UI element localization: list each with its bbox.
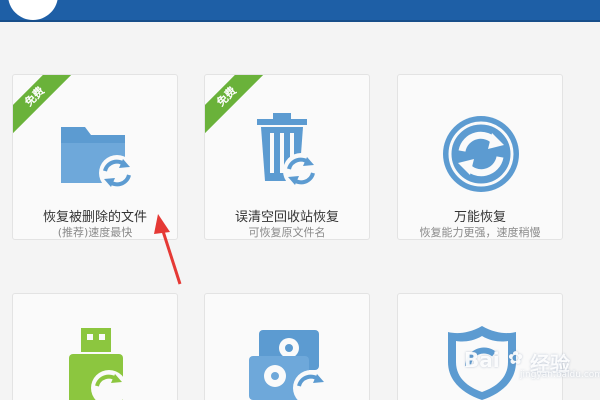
- baidu-watermark: Bai ✿ 经验 jingyan.baidu.com: [450, 342, 600, 382]
- card-subtitle: 恢复能力更强，速度稍慢: [419, 226, 541, 239]
- card-title: 万能恢复: [453, 210, 506, 225]
- usb-restore-card[interactable]: [12, 293, 178, 400]
- card-title: 误清空回收站恢复: [234, 210, 339, 225]
- recycle-bin-restore-card[interactable]: 免费 误清空回收站恢复 可恢复原文件名: [204, 74, 370, 240]
- app-logo: [8, 0, 58, 20]
- universal-restore-icon: [443, 116, 519, 192]
- usb-restore-icon: [69, 328, 127, 400]
- watermark-sub: jingyan.baidu.com: [520, 370, 600, 380]
- annotation-arrow: [154, 214, 182, 285]
- recycle-bin-restore-icon: [257, 113, 319, 189]
- universal-restore-card[interactable]: 万能恢复 恢复能力更强，速度稍慢: [397, 74, 563, 240]
- disk-restore-icon: [249, 330, 329, 400]
- top-bar: [0, 0, 600, 22]
- paw-icon: ✿: [508, 348, 524, 369]
- card-subtitle: 可恢复原文件名: [248, 226, 326, 239]
- folder-restore-icon: [61, 127, 135, 191]
- watermark-brand: Bai: [464, 348, 500, 372]
- disk-restore-card[interactable]: [204, 293, 370, 400]
